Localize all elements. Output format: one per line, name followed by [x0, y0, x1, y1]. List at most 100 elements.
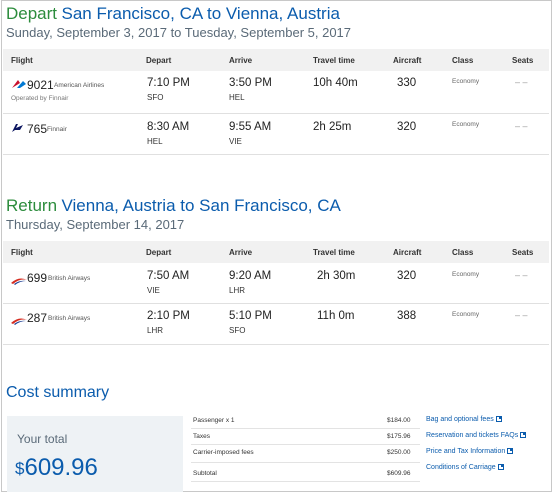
table-row[interactable]: 765 Finnair 8:30 AM HEL 9:55 AM VIE 2h 2… [3, 114, 549, 155]
bag-fees-link[interactable]: Bag and optional fees [426, 416, 502, 423]
col-seats: Seats [512, 56, 534, 65]
col-travel-time: Travel time [313, 248, 355, 257]
flight-number: 699 [27, 271, 48, 285]
fee-amount: $184.00 [387, 417, 411, 424]
arrive-airport: LHR [229, 286, 246, 295]
arrive-airport: HEL [229, 93, 245, 102]
depart-airport: HEL [147, 137, 163, 146]
travel-time: 2h 25m [313, 121, 352, 133]
return-date: Thursday, September 14, 2017 [6, 217, 185, 232]
depart-time: 7:10 PM [147, 77, 190, 89]
faq-link-label: Reservation and tickets FAQs [426, 432, 519, 439]
outbound-dates: Sunday, September 3, 2017 to Tuesday, Se… [6, 25, 351, 40]
col-aircraft: Aircraft [393, 56, 422, 65]
col-travel-time: Travel time [313, 56, 355, 65]
col-aircraft: Aircraft [393, 248, 422, 257]
finnair-logo-icon [11, 121, 25, 139]
seats: – – [515, 121, 528, 131]
total-label: Your total [17, 432, 68, 446]
british-airways-logo-icon [11, 312, 27, 330]
col-arrive: Arrive [229, 56, 253, 65]
carrier-name: British Airways [48, 275, 91, 282]
depart-airport: SFO [147, 93, 164, 102]
depart-airport: VIE [147, 286, 160, 295]
depart-time: 2:10 PM [147, 310, 190, 322]
arrive-time: 3:50 PM [229, 77, 272, 89]
travel-time: 2h 30m [317, 270, 356, 282]
subtotal-label: Subtotal [193, 470, 217, 477]
aircraft: 388 [397, 310, 417, 322]
total-value: 609.96 [24, 454, 98, 481]
arrive-time: 5:10 PM [229, 310, 272, 322]
fee-label: Carrier-imposed fees [193, 449, 254, 456]
bag-fees-link-label: Bag and optional fees [426, 416, 494, 423]
flight-number: 9021 [27, 78, 54, 92]
col-depart: Depart [146, 248, 172, 257]
american-airlines-logo-icon [11, 77, 27, 95]
flight-number: 765 [27, 122, 48, 136]
depart-airport: LHR [147, 326, 164, 335]
table-row[interactable]: 9021 American Airlines Operated by Finna… [3, 71, 549, 114]
fee-label: Taxes [193, 433, 210, 440]
seats: – – [515, 310, 528, 320]
arrive-time: 9:20 AM [229, 270, 272, 282]
fee-amount: $175.96 [387, 433, 411, 440]
price-tax-link-label: Price and Tax Information [426, 448, 506, 455]
divider [191, 481, 420, 482]
divider [191, 462, 420, 463]
return-route: Vienna, Austria to San Francisco, CA [61, 196, 341, 215]
fee-label: Passenger x 1 [193, 417, 235, 424]
cabin-class: Economy [452, 121, 480, 128]
carrier-name: American Airlines [54, 82, 105, 89]
col-seats: Seats [512, 248, 534, 257]
total-box: Your total $609.96 [7, 416, 183, 492]
total-amount: $609.96 [15, 454, 98, 482]
outbound-table-header: Flight Depart Arrive Travel time Aircraf… [3, 49, 549, 71]
table-row[interactable]: 287 British Airways 2:10 PM LHR 5:10 PM … [3, 304, 549, 345]
col-flight: Flight [11, 56, 33, 65]
depart-keyword: Depart [6, 4, 58, 23]
divider [191, 444, 420, 445]
table-row[interactable]: 699 British Airways 7:50 AM VIE 9:20 AM … [3, 263, 549, 304]
flight-number: 287 [27, 311, 48, 325]
external-link-icon [495, 416, 502, 422]
cabin-class: Economy [452, 311, 480, 318]
divider [191, 428, 420, 429]
aircraft: 320 [397, 270, 417, 282]
return-header: Return Vienna, Austria to San Francisco,… [6, 196, 341, 216]
cost-summary-title: Cost summary [6, 384, 110, 401]
price-tax-link[interactable]: Price and Tax Information [426, 448, 514, 455]
cabin-class: Economy [452, 78, 480, 85]
outbound-header: Depart San Francisco, CA to Vienna, Aust… [6, 4, 340, 24]
travel-time: 10h 40m [313, 77, 358, 89]
seats: – – [515, 77, 528, 87]
operated-by: Operated by Finnair [11, 95, 69, 102]
depart-time: 7:50 AM [147, 270, 190, 282]
seats: – – [515, 270, 528, 280]
return-table-header: Flight Depart Arrive Travel time Aircraf… [3, 241, 549, 263]
col-arrive: Arrive [229, 248, 253, 257]
col-flight: Flight [11, 248, 33, 257]
cabin-class: Economy [452, 271, 480, 278]
subtotal-amount: $609.96 [387, 470, 411, 477]
outbound-date-start: Sunday, September 3, 2017 [6, 25, 167, 40]
external-link-icon [497, 464, 504, 470]
col-class: Class [452, 56, 474, 65]
outbound-route: San Francisco, CA to Vienna, Austria [61, 4, 340, 23]
outbound-date-end: Tuesday, September 5, 2017 [184, 25, 352, 40]
depart-time: 8:30 AM [147, 121, 190, 133]
travel-time: 11h 0m [317, 310, 355, 322]
aircraft: 320 [397, 121, 417, 133]
conditions-link[interactable]: Conditions of Carriage [426, 464, 504, 471]
faq-link[interactable]: Reservation and tickets FAQs [426, 432, 527, 439]
carrier-name: Finnair [47, 126, 67, 133]
col-depart: Depart [146, 56, 172, 65]
arrive-airport: VIE [229, 137, 242, 146]
arrive-time: 9:55 AM [229, 121, 272, 133]
external-link-icon [520, 432, 527, 438]
outbound-date-to: to [170, 25, 182, 40]
carrier-name: British Airways [48, 315, 91, 322]
external-link-icon [507, 448, 514, 454]
conditions-link-label: Conditions of Carriage [426, 464, 496, 471]
return-keyword: Return [6, 196, 58, 215]
